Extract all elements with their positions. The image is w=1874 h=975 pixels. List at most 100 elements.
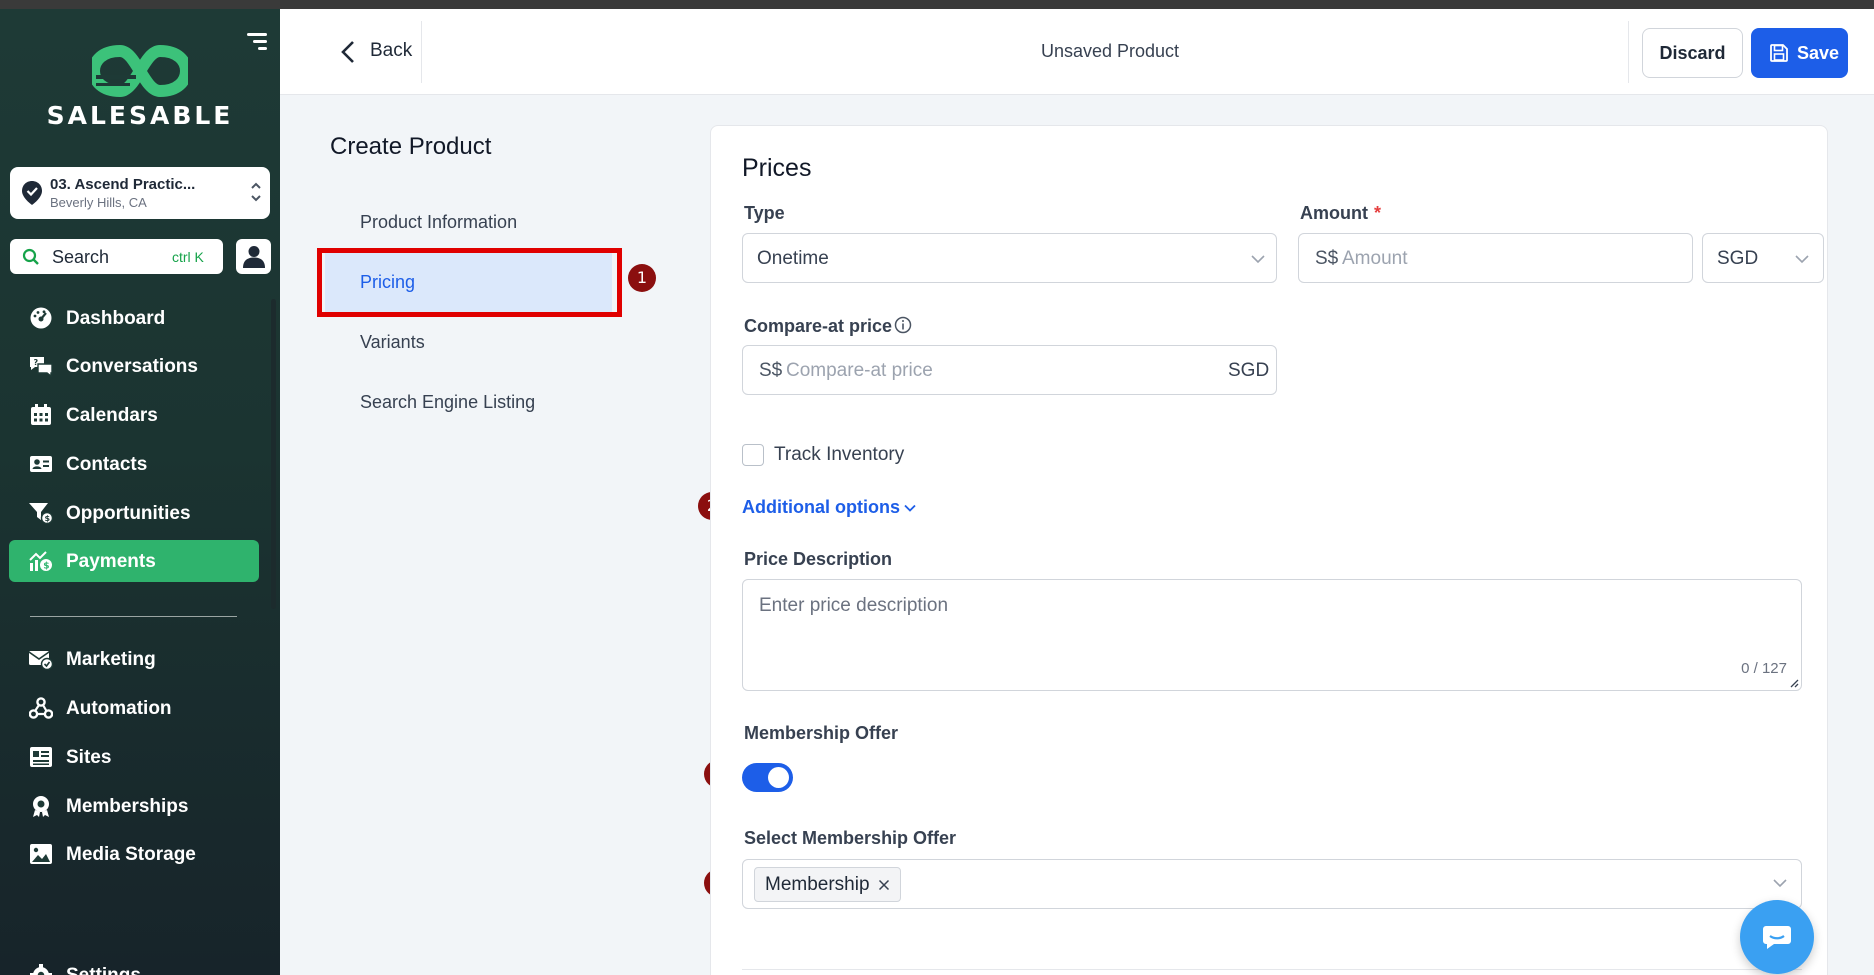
create-product-title: Create Product (330, 133, 492, 160)
resize-handle-icon[interactable] (1789, 678, 1799, 688)
sidebar-item-media-storage[interactable]: Media Storage (9, 833, 259, 875)
compare-prefix: S$ (759, 360, 783, 381)
sidebar-item-dashboard[interactable]: Dashboard (9, 297, 259, 339)
currency-value: SGD (1717, 248, 1759, 269)
type-value: Onetime (757, 248, 829, 269)
top-header: Back Unsaved Product Discard Save (280, 9, 1874, 95)
sidebar-item-opportunities[interactable]: $ Opportunities (9, 492, 259, 534)
settings-icon (30, 964, 52, 975)
price-description-label: Price Description (744, 549, 893, 569)
sidebar-item-sites[interactable]: Sites (9, 736, 259, 778)
marketing-icon (29, 651, 53, 670)
sidebar-item-calendars[interactable]: Calendars (9, 394, 259, 436)
compare-at-price-label: Compare-at price (744, 316, 893, 336)
amount-prefix: S$ (1315, 248, 1339, 269)
location-switcher[interactable]: 03. Ascend Practic... Beverly Hills, CA (10, 167, 270, 219)
svg-text:$: $ (45, 514, 51, 523)
currency-select[interactable]: SGD (1702, 233, 1824, 283)
compare-at-price-input[interactable]: S$ Compare-at price SGD (742, 345, 1277, 395)
search-label: Search (52, 247, 110, 267)
sidebar-item-memberships[interactable]: Memberships (9, 785, 259, 827)
sidebar-scrollbar[interactable] (271, 299, 276, 609)
chevron-left-icon (341, 41, 354, 63)
tab-search-engine-listing[interactable]: Search Engine Listing (325, 373, 612, 433)
location-pin-icon (22, 181, 42, 205)
sidebar-item-label: Automation (66, 698, 172, 719)
close-icon[interactable] (878, 879, 890, 891)
chat-icon (1763, 926, 1791, 949)
sidebar-item-label: Settings (66, 965, 141, 975)
type-label: Type (744, 203, 785, 223)
toggle-knob (768, 767, 789, 788)
tab-label: Product Information (360, 212, 518, 232)
header-divider (1628, 21, 1629, 83)
character-count: 0 / 127 (1741, 660, 1787, 677)
chevron-down-icon (1795, 255, 1809, 264)
sidebar-item-label: Payments (66, 551, 156, 572)
sidebar-item-automation[interactable]: Automation (9, 687, 259, 729)
location-name: 03. Ascend Practic... (50, 176, 196, 193)
save-button[interactable]: Save (1751, 28, 1848, 78)
additional-options-toggle[interactable]: Additional options (742, 497, 916, 518)
amount-placeholder: Amount (1342, 248, 1408, 269)
header-divider (421, 21, 422, 83)
membership-offer-select[interactable]: Membership (742, 859, 1802, 909)
window-top-strip (0, 0, 1874, 9)
membership-offer-label: Membership Offer (744, 723, 899, 743)
sidebar-item-marketing[interactable]: Marketing (9, 638, 259, 680)
search-button[interactable]: Search ctrl K (10, 239, 223, 274)
contacts-icon (30, 456, 52, 472)
sidebar-item-label: Memberships (66, 796, 189, 817)
price-description-textarea[interactable]: Enter price description 0 / 127 (742, 579, 1802, 691)
brand-logo: SALESABLE (0, 45, 280, 130)
sidebar-item-label: Marketing (66, 649, 156, 670)
prices-card: Prices Type Onetime Amount * S$ Amount SG… (710, 125, 1828, 975)
sidebar: SALESABLE 03. Ascend Practic... Beverly … (0, 9, 280, 975)
brand-logo-icon (92, 45, 188, 97)
location-address: Beverly Hills, CA (50, 195, 147, 210)
tab-label: Variants (360, 332, 425, 352)
opportunities-icon: $ (29, 503, 53, 524)
price-description-placeholder: Enter price description (759, 595, 949, 616)
annotation-marker-1: 1 (628, 264, 656, 292)
dashboard-icon (30, 307, 52, 329)
card-divider (742, 969, 1802, 970)
back-label: Back (370, 40, 413, 61)
search-icon (22, 248, 39, 265)
user-avatar-button[interactable] (236, 239, 271, 274)
tab-variants[interactable]: Variants (325, 313, 612, 373)
compare-currency: SGD (1228, 360, 1270, 381)
chevron-down-icon (1251, 255, 1265, 264)
sidebar-item-conversations[interactable]: ? Conversations (9, 345, 259, 387)
membership-offer-toggle[interactable] (742, 763, 793, 792)
chevron-down-icon (904, 505, 916, 513)
sidebar-item-payments[interactable]: $ Payments (9, 540, 259, 582)
sidebar-item-settings[interactable]: Settings (9, 954, 259, 975)
svg-text:$: $ (43, 562, 49, 572)
selected-membership-tag: Membership (754, 867, 901, 902)
discard-button[interactable]: Discard (1642, 28, 1743, 78)
select-membership-offer-label: Select Membership Offer (744, 828, 957, 848)
type-select[interactable]: Onetime (742, 233, 1277, 283)
prices-title: Prices (742, 154, 812, 182)
compare-placeholder: Compare-at price (786, 360, 933, 381)
required-asterisk: * (1373, 203, 1381, 223)
amount-input[interactable]: S$ Amount (1298, 233, 1693, 283)
amount-label-text: Amount (1300, 203, 1368, 223)
sidebar-divider (30, 616, 237, 617)
info-icon[interactable] (894, 316, 912, 334)
search-shortcut: ctrl K (172, 249, 204, 265)
tab-product-information[interactable]: Product Information (325, 193, 612, 253)
memberships-icon (33, 796, 49, 817)
sidebar-item-label: Sites (66, 747, 112, 768)
svg-text:?: ? (34, 358, 39, 367)
sidebar-item-label: Calendars (66, 405, 158, 426)
selected-membership-label: Membership (765, 874, 870, 895)
user-icon (243, 246, 265, 268)
chat-widget-button[interactable] (1740, 900, 1814, 974)
sidebar-item-label: Conversations (66, 356, 198, 377)
track-inventory-checkbox[interactable] (742, 444, 764, 466)
chevron-up-down-icon (251, 182, 261, 202)
save-icon (1770, 44, 1788, 62)
sidebar-item-contacts[interactable]: Contacts (9, 443, 259, 485)
